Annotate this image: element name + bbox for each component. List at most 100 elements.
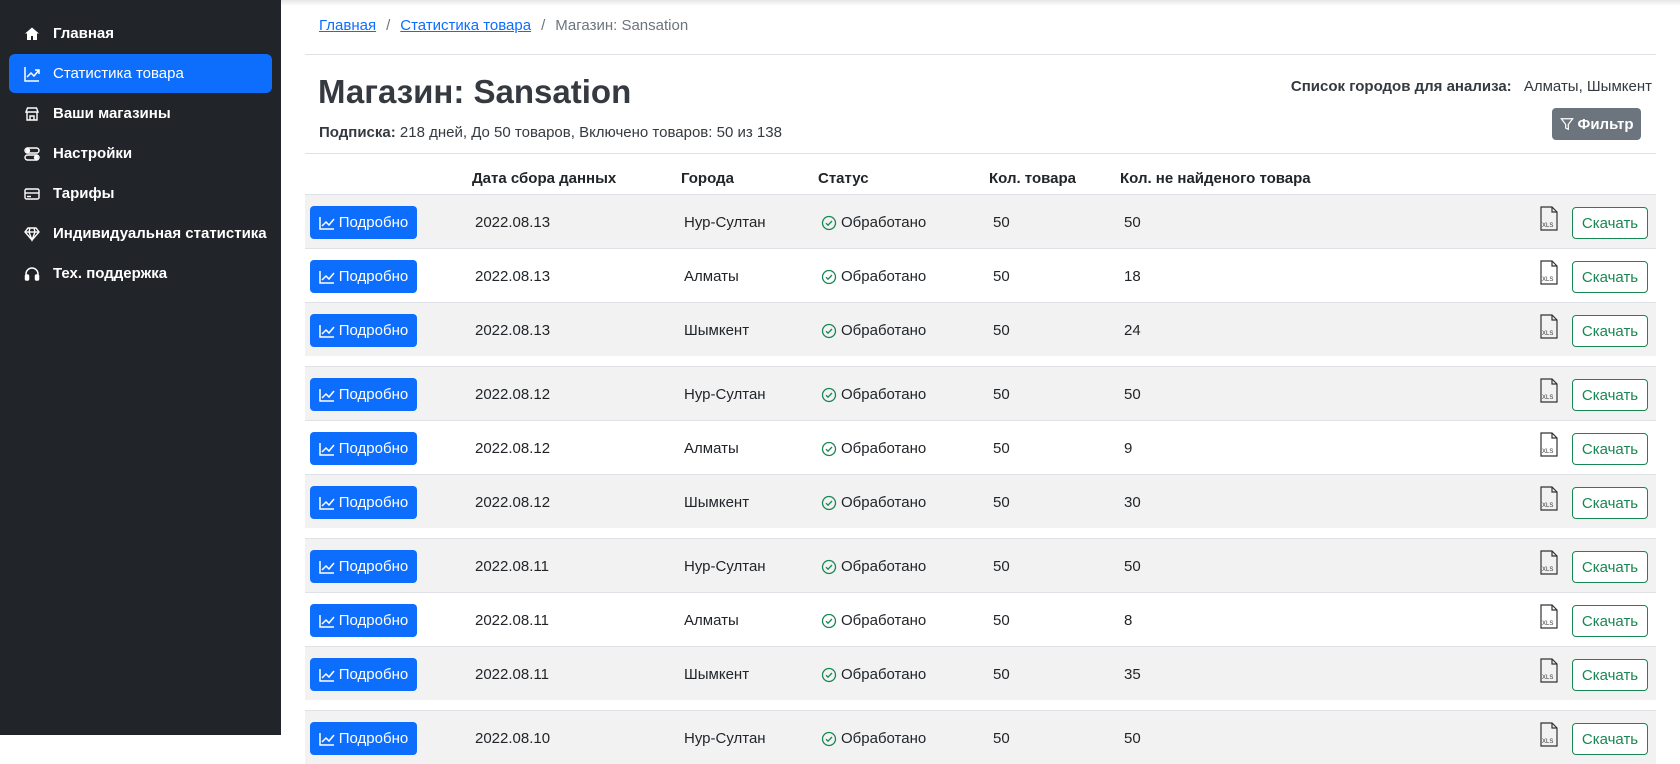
check-circle-icon bbox=[821, 731, 837, 746]
svg-text:XLS: XLS bbox=[1542, 331, 1553, 337]
check-circle-icon bbox=[821, 495, 837, 510]
status-text: Обработано bbox=[841, 440, 927, 457]
detail-button[interactable]: Подробно bbox=[310, 432, 417, 465]
sidebar-item-tariffs[interactable]: Тарифы bbox=[9, 174, 272, 213]
download-button[interactable]: Скачать bbox=[1572, 207, 1648, 239]
download-button[interactable]: Скачать bbox=[1572, 487, 1648, 519]
sidebar-item-support[interactable]: Тех. поддержка bbox=[9, 254, 272, 293]
svg-text:XLS: XLS bbox=[1542, 277, 1553, 283]
svg-text:XLS: XLS bbox=[1542, 395, 1553, 401]
filter-button[interactable]: Фильтр bbox=[1552, 108, 1641, 140]
status-text: Обработано bbox=[841, 386, 927, 403]
cell-city: Нур-Султан bbox=[684, 386, 766, 403]
chart-line-icon bbox=[319, 270, 335, 284]
xls-file-icon[interactable]: XLS bbox=[1538, 722, 1560, 748]
sidebar-item-individual-stats[interactable]: Индивидуальная статистика bbox=[9, 214, 272, 253]
sidebar-item-label: Тех. поддержка bbox=[53, 265, 168, 282]
cell-date: 2022.08.11 bbox=[475, 558, 549, 575]
detail-button[interactable]: Подробно bbox=[310, 550, 417, 583]
xls-file-icon[interactable]: XLS bbox=[1538, 314, 1560, 340]
headset-icon bbox=[23, 265, 41, 283]
cities-value: Алматы, Шымкент bbox=[1523, 78, 1652, 95]
detail-button-label: Подробно bbox=[338, 494, 409, 511]
header-status: Статус bbox=[818, 170, 869, 187]
cell-notfound: 50 bbox=[1124, 558, 1141, 575]
xls-file-icon[interactable]: XLS bbox=[1538, 550, 1560, 576]
svg-text:XLS: XLS bbox=[1542, 621, 1553, 627]
status-text: Обработано bbox=[841, 730, 927, 747]
xls-file-icon[interactable]: XLS bbox=[1538, 658, 1560, 684]
detail-button[interactable]: Подробно bbox=[310, 260, 417, 293]
chart-line-icon bbox=[319, 388, 335, 402]
cell-count: 50 bbox=[993, 322, 1010, 339]
detail-button-label: Подробно bbox=[338, 666, 409, 683]
breadcrumb-separator: / bbox=[386, 17, 391, 34]
xls-file-icon[interactable]: XLS bbox=[1538, 486, 1560, 512]
sidebar-item-settings[interactable]: Настройки bbox=[9, 134, 272, 173]
detail-button-label: Подробно bbox=[338, 322, 409, 339]
detail-button-label: Подробно bbox=[338, 730, 409, 747]
xls-file-icon[interactable]: XLS bbox=[1538, 206, 1560, 232]
download-button[interactable]: Скачать bbox=[1572, 261, 1648, 293]
download-button[interactable]: Скачать bbox=[1572, 433, 1648, 465]
row-group-gap bbox=[305, 701, 1656, 710]
cell-city: Алматы bbox=[684, 268, 739, 285]
breadcrumb-stats-link[interactable]: Статистика товара bbox=[400, 17, 531, 34]
chart-line-icon bbox=[319, 216, 335, 230]
download-button[interactable]: Скачать bbox=[1572, 315, 1648, 347]
download-button[interactable]: Скачать bbox=[1572, 379, 1648, 411]
table-row: Подробно 2022.08.11 Нур-Султан Обработано 50… bbox=[305, 538, 1656, 592]
cell-notfound: 30 bbox=[1124, 494, 1141, 511]
svg-text:XLS: XLS bbox=[1542, 675, 1553, 681]
chart-line-icon bbox=[319, 614, 335, 628]
cell-date: 2022.08.13 bbox=[475, 214, 551, 231]
cell-status: Обработано bbox=[821, 612, 926, 629]
detail-button[interactable]: Подробно bbox=[310, 722, 417, 755]
chart-line-icon bbox=[319, 324, 335, 338]
download-button[interactable]: Скачать bbox=[1572, 551, 1648, 583]
divider bbox=[305, 153, 1656, 154]
cell-status: Обработано bbox=[821, 730, 926, 747]
cell-status: Обработано bbox=[821, 440, 926, 457]
status-text: Обработано bbox=[841, 494, 927, 511]
top-shadow bbox=[281, 0, 1680, 6]
cell-city: Шымкент bbox=[684, 494, 750, 511]
breadcrumb: Главная / Статистика товара / Магазин: S… bbox=[319, 17, 688, 34]
check-circle-icon bbox=[821, 215, 837, 230]
sidebar-item-shops[interactable]: Ваши магазины bbox=[9, 94, 272, 133]
download-button[interactable]: Скачать bbox=[1572, 605, 1648, 637]
xls-file-icon[interactable]: XLS bbox=[1538, 432, 1560, 458]
cell-date: 2022.08.13 bbox=[475, 322, 551, 339]
divider bbox=[305, 54, 1656, 55]
toggles-icon bbox=[23, 145, 41, 163]
xls-file-icon[interactable]: XLS bbox=[1538, 378, 1560, 404]
detail-button[interactable]: Подробно bbox=[310, 314, 417, 347]
detail-button[interactable]: Подробно bbox=[310, 658, 417, 691]
sidebar-item-label: Главная bbox=[53, 25, 115, 42]
detail-button[interactable]: Подробно bbox=[310, 378, 417, 411]
sidebar-item-label: Тарифы bbox=[53, 185, 115, 202]
cell-notfound: 50 bbox=[1124, 386, 1141, 403]
xls-file-icon[interactable]: XLS bbox=[1538, 260, 1560, 286]
cell-notfound: 50 bbox=[1124, 214, 1141, 231]
cell-count: 50 bbox=[993, 612, 1010, 629]
sidebar-item-product-stats[interactable]: Статистика товара bbox=[9, 54, 272, 93]
main-content: Главная / Статистика товара / Магазин: S… bbox=[281, 0, 1680, 764]
detail-button[interactable]: Подробно bbox=[310, 604, 417, 637]
breadcrumb-home-link[interactable]: Главная bbox=[319, 17, 376, 34]
cell-city: Шымкент bbox=[684, 666, 750, 683]
breadcrumb-separator: / bbox=[541, 17, 546, 34]
download-button[interactable]: Скачать bbox=[1572, 659, 1648, 691]
download-button[interactable]: Скачать bbox=[1572, 723, 1648, 755]
detail-button[interactable]: Подробно bbox=[310, 486, 417, 519]
detail-button[interactable]: Подробно bbox=[310, 206, 417, 239]
cell-count: 50 bbox=[993, 268, 1010, 285]
check-circle-icon bbox=[821, 387, 837, 402]
sidebar-item-home[interactable]: Главная bbox=[9, 14, 272, 53]
xls-file-icon[interactable]: XLS bbox=[1538, 604, 1560, 630]
sidebar: Главная Статистика товара Ваши магазины … bbox=[0, 0, 281, 735]
cell-status: Обработано bbox=[821, 322, 926, 339]
cell-date: 2022.08.10 bbox=[475, 730, 551, 747]
chart-line-icon bbox=[319, 668, 335, 682]
cell-city: Нур-Султан bbox=[684, 558, 766, 575]
